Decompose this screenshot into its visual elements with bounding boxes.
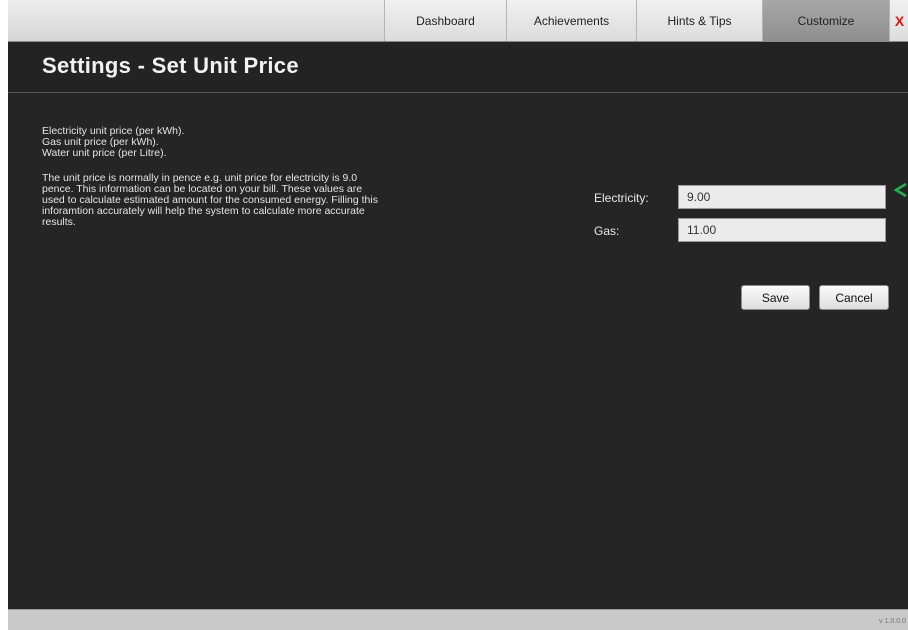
gas-price-input[interactable] <box>678 218 886 242</box>
gas-label: Gas: <box>594 224 620 238</box>
green-arrow-left-icon <box>893 182 907 198</box>
electricity-price-input[interactable] <box>678 185 886 209</box>
tab-dashboard[interactable]: Dashboard <box>384 0 506 41</box>
title-band: Settings - Set Unit Price <box>8 42 908 93</box>
help-text-line: results. <box>42 216 76 228</box>
description-line: Water unit price (per Litre). <box>42 147 167 159</box>
page-title: Settings - Set Unit Price <box>42 53 299 78</box>
unit-price-help-text: The unit price is normally in pence e.g.… <box>42 173 552 228</box>
electricity-label: Electricity: <box>594 191 649 205</box>
close-icon[interactable]: X <box>889 0 908 41</box>
save-button[interactable]: Save <box>741 285 810 310</box>
settings-panel: Electricity unit price (per kWh). Gas un… <box>8 93 908 609</box>
version-label: v 1.0.0.0 <box>879 618 906 625</box>
status-footer: v 1.0.0.0 <box>8 609 908 630</box>
top-nav-bar: Dashboard Achievements Hints & Tips Cust… <box>8 0 908 42</box>
unit-price-description-list: Electricity unit price (per kWh). Gas un… <box>42 126 552 159</box>
tab-achievements[interactable]: Achievements <box>506 0 636 41</box>
tab-customize[interactable]: Customize <box>762 0 889 41</box>
tab-hints-tips[interactable]: Hints & Tips <box>636 0 762 41</box>
cancel-button[interactable]: Cancel <box>819 285 889 310</box>
help-text-line: inforamtion accurately will help the sys… <box>42 205 365 217</box>
app-window: Dashboard Achievements Hints & Tips Cust… <box>8 0 908 630</box>
